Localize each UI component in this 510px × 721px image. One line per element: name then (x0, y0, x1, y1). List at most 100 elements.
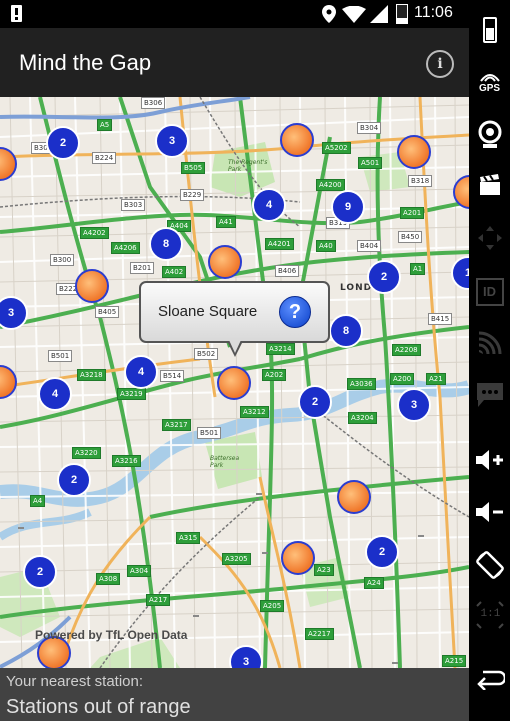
road-label: B300 (50, 254, 75, 266)
wifi-icon (342, 6, 366, 23)
road-label: A3205 (222, 553, 251, 565)
back-icon (476, 670, 505, 690)
road-label: B229 (180, 189, 205, 201)
camera-icon (478, 120, 501, 148)
area-label: Battersea Park (210, 455, 240, 469)
road-label: B318 (408, 175, 433, 187)
move-button[interactable] (469, 218, 510, 258)
road-label: A5202 (322, 142, 351, 154)
road-label: A304 (127, 565, 152, 577)
cluster-marker[interactable]: 2 (23, 555, 57, 589)
sms-icon (476, 383, 503, 407)
cluster-marker[interactable]: 3 (397, 388, 431, 422)
road-label (392, 662, 398, 664)
road-label: A24 (364, 577, 384, 589)
road-label: B406 (275, 265, 300, 277)
app-title: Mind the Gap (19, 50, 152, 75)
road-label (193, 615, 199, 617)
cluster-marker[interactable]: 2 (365, 535, 399, 569)
road-label: B201 (130, 262, 155, 274)
station-marker[interactable] (75, 269, 109, 303)
station-marker[interactable] (208, 245, 242, 279)
status-bar: 11:06 (0, 0, 469, 28)
station-marker[interactable] (280, 123, 314, 157)
road-label: B415 (428, 313, 453, 325)
cluster-marker[interactable]: 2 (46, 126, 80, 160)
signal-icon (370, 5, 388, 23)
road-label: B303 (121, 199, 146, 211)
cast-button[interactable] (469, 322, 510, 362)
cluster-marker[interactable]: 8 (329, 314, 363, 348)
cluster-marker[interactable]: 2 (367, 260, 401, 294)
cluster-marker[interactable]: 9 (331, 190, 365, 224)
cluster-marker[interactable]: 4 (38, 377, 72, 411)
volume-up-button[interactable] (469, 440, 510, 480)
road-label: A23 (314, 564, 334, 576)
info-button[interactable]: i (426, 50, 454, 78)
rotate-icon (475, 551, 504, 579)
road-label (418, 535, 424, 537)
status-time: 11:06 (414, 4, 453, 21)
road-label: A1 (410, 263, 426, 275)
road-label: A3204 (348, 412, 377, 424)
station-marker[interactable] (397, 135, 431, 169)
road-label: A3219 (117, 388, 146, 400)
road-label: A3216 (112, 455, 141, 467)
road-label (262, 552, 268, 554)
road-label: B502 (194, 348, 219, 360)
device-id-button[interactable]: ID (469, 272, 510, 312)
back-button[interactable] (469, 658, 510, 698)
battery-icon (396, 4, 408, 24)
pixel-perfect-icon: 1:1 (475, 601, 504, 629)
station-marker[interactable] (281, 541, 315, 575)
road-label: B450 (398, 231, 423, 243)
road-label: A4201 (265, 238, 294, 250)
emulator-side-bar: GPS ID 1:1 (469, 0, 510, 721)
road-label: B404 (357, 240, 382, 252)
gps-label: GPS (478, 82, 501, 94)
road-label: B405 (95, 306, 120, 318)
gps-button[interactable]: GPS (469, 62, 510, 102)
road-label: A402 (162, 266, 187, 278)
cluster-marker[interactable]: 4 (124, 355, 158, 389)
rotate-button[interactable] (469, 545, 510, 585)
cluster-marker[interactable]: 3 (155, 124, 189, 158)
road-label: B501 (197, 427, 222, 439)
road-label: A205 (260, 600, 285, 612)
cluster-marker[interactable]: 8 (149, 227, 183, 261)
road-label: A217 (146, 594, 171, 606)
sms-button[interactable] (469, 375, 510, 415)
station-marker[interactable] (337, 480, 371, 514)
app-bar: Mind the Gap i (0, 28, 469, 97)
road-label: B306 (141, 97, 166, 109)
cluster-marker[interactable]: 4 (252, 188, 286, 222)
road-label: B501 (48, 350, 73, 362)
road-label: B224 (92, 152, 117, 164)
station-callout[interactable]: Sloane Square ? (139, 281, 330, 343)
camera-button[interactable] (469, 115, 510, 155)
battery-button[interactable] (469, 10, 510, 50)
map-view[interactable]: B306 A5 B302 B224 B505 B304 A5202 A501 B… (0, 97, 469, 668)
road-label: A2217 (305, 628, 334, 640)
selected-station-marker[interactable] (217, 366, 251, 400)
video-button[interactable] (469, 165, 510, 205)
move-icon (477, 226, 502, 250)
road-label: A501 (358, 157, 383, 169)
volume-down-button[interactable] (469, 492, 510, 532)
help-icon[interactable]: ? (279, 296, 311, 328)
nearest-station-label: Your nearest station: (6, 673, 144, 690)
volume-down-icon (475, 502, 503, 522)
road-label: A200 (390, 373, 415, 385)
nearest-station-value: Stations out of range (6, 696, 191, 718)
attribution-text: Powered by TfL Open Data (35, 628, 188, 642)
cluster-marker[interactable]: 2 (298, 385, 332, 419)
road-label: A4200 (316, 179, 345, 191)
alert-icon (11, 5, 22, 22)
road-label: A308 (96, 573, 121, 585)
cast-icon (478, 331, 501, 354)
road-label: A315 (176, 532, 201, 544)
pixel-perfect-button[interactable]: 1:1 (469, 595, 510, 635)
road-label: A40 (316, 240, 336, 252)
cluster-marker[interactable]: 2 (57, 463, 91, 497)
road-label: A3036 (347, 378, 376, 390)
